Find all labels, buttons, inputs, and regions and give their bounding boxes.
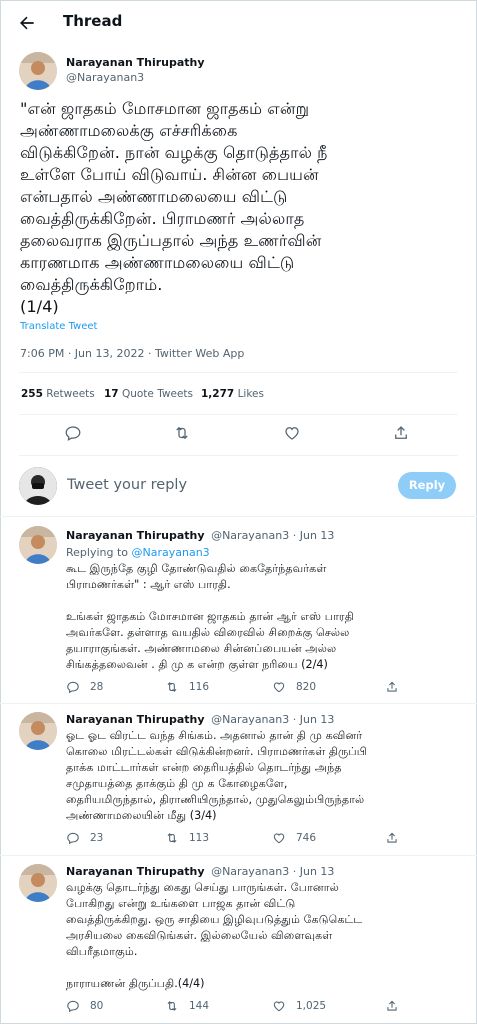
retweets-label: Retweets xyxy=(46,388,95,400)
divider xyxy=(0,703,477,704)
share-icon xyxy=(387,1000,397,1011)
divider xyxy=(19,414,458,415)
retweets-count: 255 xyxy=(21,388,43,400)
tweet-meta[interactable]: @Narayanan3 · Jun 13 xyxy=(211,713,334,726)
divider xyxy=(19,455,458,456)
tweet-text: ஓட ஓட விரட்ட வந்த சிங்கம். அதனால் தான் த… xyxy=(66,729,367,822)
thread-header: Thread xyxy=(0,0,477,46)
like-icon xyxy=(273,682,285,693)
retweets-stat[interactable]: 255 Retweets xyxy=(21,388,95,400)
reply-action[interactable]: 28 xyxy=(66,680,103,694)
share-icon[interactable] xyxy=(392,424,410,442)
retweet-count: 116 xyxy=(189,681,210,693)
reply-icon xyxy=(67,832,79,845)
author-name[interactable]: Narayanan Thirupathy xyxy=(66,529,205,542)
quotes-count: 17 xyxy=(104,388,119,400)
like-count: 820 xyxy=(296,681,317,693)
page-title: Thread xyxy=(63,12,123,30)
replying-prefix: Replying to xyxy=(66,546,129,559)
translate-tweet-link[interactable]: Translate Tweet xyxy=(20,321,97,332)
reply-count: 28 xyxy=(90,681,104,693)
avatar-image xyxy=(19,52,57,90)
author-name[interactable]: Narayanan Thirupathy xyxy=(66,865,205,878)
divider xyxy=(0,855,477,856)
retweet-count: 113 xyxy=(189,832,210,844)
reply-icon[interactable] xyxy=(64,424,82,442)
retweet-icon xyxy=(167,682,177,692)
author-avatar[interactable] xyxy=(19,526,57,564)
like-action[interactable]: 820 xyxy=(272,680,316,694)
tweet-meta[interactable]: @Narayanan3 · Jun 13 xyxy=(211,865,334,878)
reply-icon xyxy=(67,681,79,694)
share-action[interactable] xyxy=(385,999,409,1013)
share-action[interactable] xyxy=(385,831,409,845)
author-avatar[interactable] xyxy=(19,712,57,750)
like-action[interactable]: 746 xyxy=(272,831,316,845)
divider xyxy=(0,516,477,517)
author-handle[interactable]: @Narayanan3 xyxy=(66,71,144,84)
replying-to: Replying to @Narayanan3 xyxy=(66,546,210,559)
retweet-action[interactable]: 116 xyxy=(165,680,209,694)
avatar-image xyxy=(19,467,57,505)
reply-input[interactable]: Tweet your reply xyxy=(67,477,187,493)
like-icon xyxy=(273,1001,285,1012)
reply-action[interactable]: 23 xyxy=(66,831,103,845)
like-icon[interactable] xyxy=(283,424,301,442)
avatar-image xyxy=(19,712,57,750)
author-name[interactable]: Narayanan Thirupathy xyxy=(66,56,205,69)
author-avatar[interactable] xyxy=(19,52,57,90)
avatar-image xyxy=(19,864,57,902)
avatar-image xyxy=(19,526,57,564)
like-action[interactable]: 1,025 xyxy=(272,999,326,1013)
retweet-action[interactable]: 144 xyxy=(165,999,209,1013)
reply-button[interactable]: Reply xyxy=(398,472,456,499)
tweet-text: கூட இருந்தே குழி தோண்டுவதில் கைதேர்ந்தவர… xyxy=(66,562,354,671)
tweet-header: Narayanan Thirupathy @Narayanan3 · Jun 1… xyxy=(66,713,334,726)
like-icon xyxy=(273,833,285,844)
share-icon xyxy=(387,681,397,692)
retweet-count: 144 xyxy=(189,1000,210,1012)
retweet-icon xyxy=(167,833,177,843)
tweet-meta[interactable]: @Narayanan3 · Jun 13 xyxy=(211,529,334,542)
divider xyxy=(19,372,458,373)
tweet-header: Narayanan Thirupathy @Narayanan3 · Jun 1… xyxy=(66,865,334,878)
back-arrow-icon[interactable] xyxy=(17,13,37,33)
tweet-timestamp[interactable]: 7:06 PM · Jun 13, 2022 · Twitter Web App xyxy=(20,347,244,360)
retweet-icon[interactable] xyxy=(173,424,191,442)
replying-to-handle[interactable]: @Narayanan3 xyxy=(132,546,210,559)
retweet-action[interactable]: 113 xyxy=(165,831,209,845)
quotes-label: Quote Tweets xyxy=(121,388,193,400)
like-count: 746 xyxy=(296,832,317,844)
reply-icon xyxy=(67,1000,79,1013)
tweet-header: Narayanan Thirupathy @Narayanan3 · Jun 1… xyxy=(66,529,334,542)
tweet-text: "என் ஜாதகம் மோசமான ஜாதகம் என்று அண்ணாமலை… xyxy=(20,99,328,316)
likes-stat[interactable]: 1,277 Likes xyxy=(201,388,264,400)
author-avatar[interactable] xyxy=(19,864,57,902)
likes-count: 1,277 xyxy=(201,388,235,400)
quote-tweets-stat[interactable]: 17 Quote Tweets xyxy=(104,388,193,400)
author-name[interactable]: Narayanan Thirupathy xyxy=(66,713,205,726)
current-user-avatar[interactable] xyxy=(19,467,57,505)
reply-count: 23 xyxy=(90,832,104,844)
tweet-text: வழக்கு தொடர்ந்து கைது செய்து பாருங்கள். … xyxy=(66,881,363,990)
retweet-icon xyxy=(167,1001,177,1011)
share-icon xyxy=(387,832,397,843)
reply-count: 80 xyxy=(90,1000,104,1012)
likes-label: Likes xyxy=(237,388,264,400)
reply-action[interactable]: 80 xyxy=(66,999,103,1013)
like-count: 1,025 xyxy=(296,1000,327,1012)
share-action[interactable] xyxy=(385,680,409,694)
